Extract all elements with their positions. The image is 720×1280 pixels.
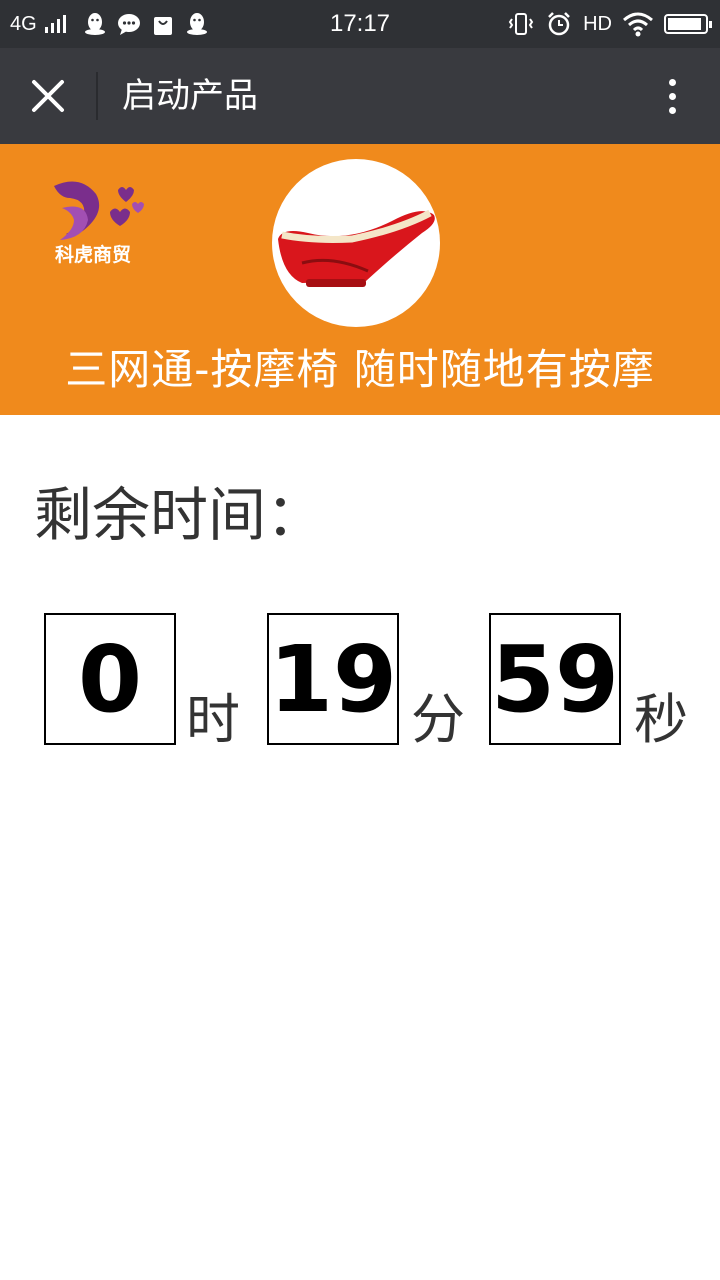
hours-unit: 时	[186, 688, 240, 751]
close-button[interactable]	[16, 64, 80, 128]
massage-chair-icon	[278, 209, 435, 287]
close-icon	[32, 80, 64, 112]
product-image	[272, 159, 440, 327]
battery-icon	[664, 14, 712, 34]
seconds-value: 59	[489, 613, 621, 745]
status-right: HD	[507, 0, 712, 48]
nav-bar: 启动产品	[0, 48, 720, 144]
nav-divider	[96, 72, 98, 120]
hours-value: 0	[44, 613, 176, 745]
vibrate-icon	[508, 13, 534, 35]
battery-fill	[668, 18, 702, 30]
banner-slogan: 三网通-按摩椅 随时随地有按摩	[65, 345, 655, 394]
more-menu-button[interactable]	[640, 64, 704, 128]
page-title: 启动产品	[122, 76, 258, 116]
seconds-unit: 秒	[634, 688, 688, 751]
minutes-unit: 分	[411, 688, 465, 751]
remaining-time-label: 剩余时间：	[34, 481, 325, 549]
more-vertical-icon	[668, 78, 676, 86]
banner: 科虎商贸 三网通-按摩椅 随时随地有按摩	[0, 144, 720, 415]
brand-name: 科虎商贸	[54, 244, 131, 266]
status-bar: 4G 17:17 HD	[0, 0, 720, 48]
hd-label: HD	[583, 12, 612, 35]
alarm-icon	[548, 12, 570, 36]
wifi-icon	[623, 12, 653, 37]
minutes-value: 19	[267, 613, 399, 745]
